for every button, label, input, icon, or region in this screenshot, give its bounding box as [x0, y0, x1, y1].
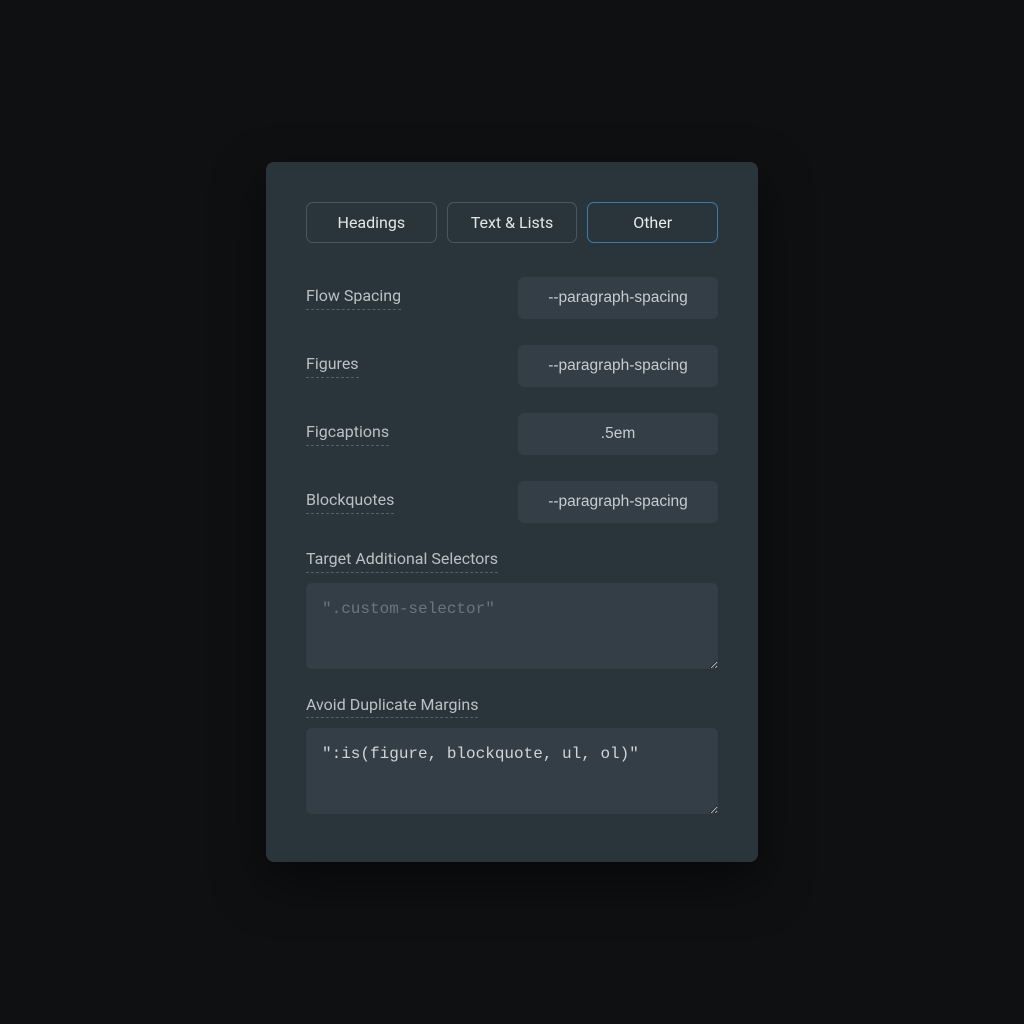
tab-other[interactable]: Other	[587, 202, 718, 243]
input-figcaptions[interactable]	[518, 413, 718, 455]
label-avoid-duplicate: Avoid Duplicate Margins	[306, 695, 478, 719]
settings-panel: Headings Text & Lists Other Flow Spacing…	[266, 162, 758, 863]
section-target-selectors: Target Additional Selectors	[306, 549, 718, 673]
label-figures: Figures	[306, 354, 359, 378]
tab-bar: Headings Text & Lists Other	[306, 202, 718, 243]
input-flow-spacing[interactable]	[518, 277, 718, 319]
textarea-avoid-duplicate[interactable]	[306, 728, 718, 814]
row-figures: Figures	[306, 345, 718, 387]
tab-headings[interactable]: Headings	[306, 202, 437, 243]
label-flow-spacing: Flow Spacing	[306, 286, 401, 310]
row-flow-spacing: Flow Spacing	[306, 277, 718, 319]
input-blockquotes[interactable]	[518, 481, 718, 523]
label-blockquotes: Blockquotes	[306, 490, 394, 514]
input-figures[interactable]	[518, 345, 718, 387]
section-avoid-duplicate: Avoid Duplicate Margins	[306, 695, 718, 819]
row-figcaptions: Figcaptions	[306, 413, 718, 455]
textarea-target-selectors[interactable]	[306, 583, 718, 669]
label-target-selectors: Target Additional Selectors	[306, 549, 498, 573]
tab-text-lists[interactable]: Text & Lists	[447, 202, 578, 243]
row-blockquotes: Blockquotes	[306, 481, 718, 523]
label-figcaptions: Figcaptions	[306, 422, 389, 446]
